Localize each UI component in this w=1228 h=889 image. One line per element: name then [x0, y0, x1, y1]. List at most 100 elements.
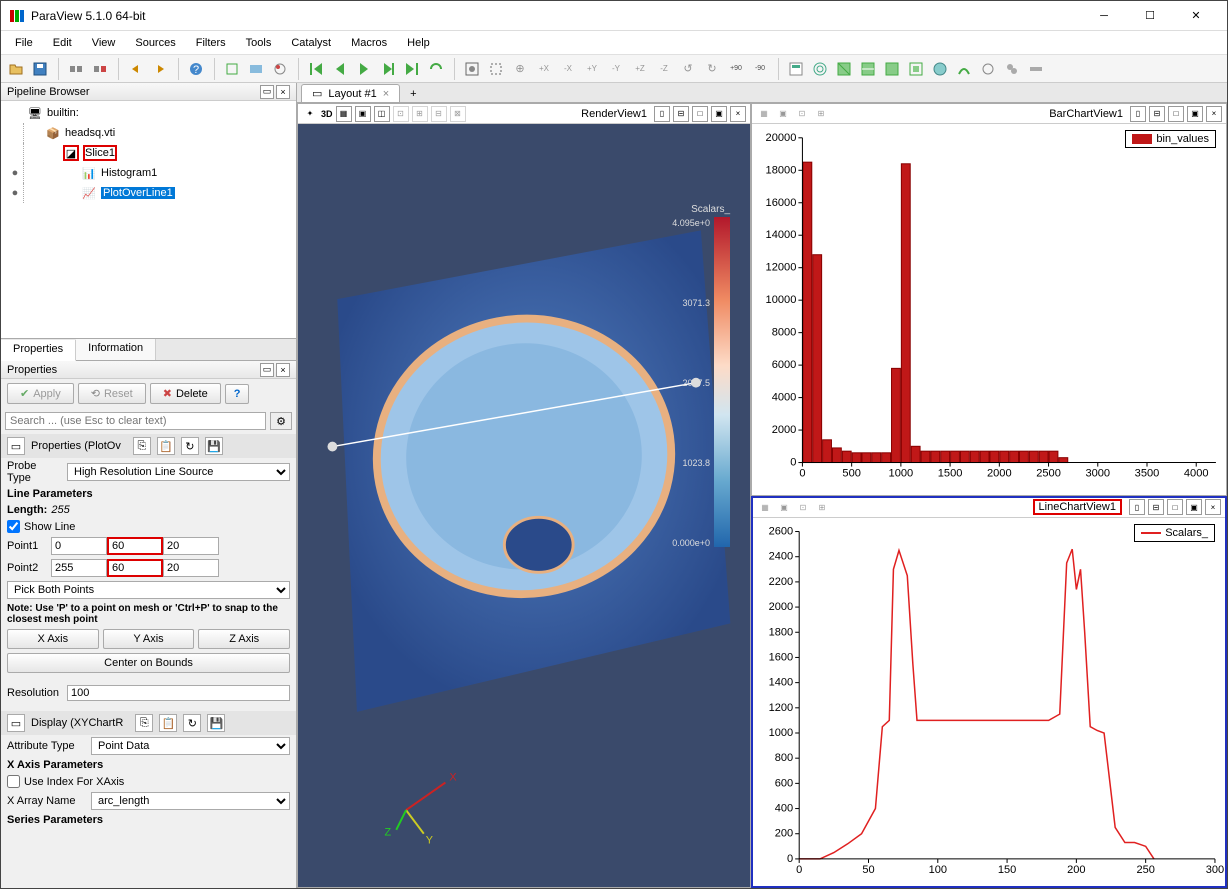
tree-item-slice1[interactable]: ◪Slice1 — [1, 143, 296, 163]
view-mode-3d[interactable]: 3D — [321, 109, 333, 119]
save2-icon[interactable]: 💾 — [207, 714, 225, 732]
bar-split-h-icon[interactable]: ▯ — [1130, 106, 1146, 122]
tool-b-icon[interactable] — [245, 58, 267, 80]
disconnect-icon[interactable] — [89, 58, 111, 80]
bar-max-icon[interactable]: □ — [1168, 106, 1184, 122]
cam-nx-icon[interactable]: -X — [557, 58, 579, 80]
center-on-bounds-button[interactable]: Center on Bounds — [7, 653, 290, 673]
xarray-select[interactable]: arc_length — [91, 792, 290, 810]
menu-edit[interactable]: Edit — [43, 34, 82, 52]
close-view-icon[interactable]: × — [730, 106, 746, 122]
vt5-icon[interactable]: ⊞ — [412, 106, 428, 122]
bar-close-icon[interactable]: × — [1206, 106, 1222, 122]
reset-button[interactable]: ⟲Reset — [78, 383, 146, 404]
vt6-icon[interactable]: ⊟ — [431, 106, 447, 122]
layout-tab-1[interactable]: ▭Layout #1× — [301, 84, 400, 102]
cam-py-icon[interactable]: +Y — [581, 58, 603, 80]
line-max-icon[interactable]: □ — [1167, 499, 1183, 515]
point2-z[interactable] — [163, 559, 219, 577]
vcr-last-icon[interactable] — [401, 58, 423, 80]
maximize-view-icon[interactable]: □ — [692, 106, 708, 122]
section-collapse-icon[interactable]: ▭ — [7, 437, 25, 455]
filter-group-icon[interactable] — [1001, 58, 1023, 80]
line-chart-view[interactable]: 0200400600800100012001400160018002000220… — [753, 518, 1225, 887]
line-t3-icon[interactable]: ⊡ — [795, 499, 811, 515]
probe-type-select[interactable]: High Resolution Line Source — [67, 463, 290, 481]
vcr-play-icon[interactable] — [353, 58, 375, 80]
open-icon[interactable] — [5, 58, 27, 80]
menu-sources[interactable]: Sources — [125, 34, 185, 52]
reload2-icon[interactable]: ↻ — [183, 714, 201, 732]
line-t1-icon[interactable]: ▦ — [757, 499, 773, 515]
point2-y[interactable] — [107, 559, 163, 577]
props-help-button[interactable]: ? — [225, 384, 250, 404]
filter-contour-icon[interactable] — [809, 58, 831, 80]
menu-help[interactable]: Help — [397, 34, 440, 52]
filter-extract-icon[interactable] — [905, 58, 927, 80]
tree-item-histogram1[interactable]: ●📊Histogram1 — [1, 163, 296, 183]
filter-clip-icon[interactable] — [833, 58, 855, 80]
vcr-loop-icon[interactable] — [425, 58, 447, 80]
split-h-icon[interactable]: ▯ — [654, 106, 670, 122]
connect-icon[interactable] — [65, 58, 87, 80]
panel-float-button[interactable]: ▭ — [260, 85, 274, 99]
show-line-checkbox[interactable] — [7, 520, 20, 533]
render-view[interactable]: X Y Z Scalars_ 4.095e+0 3071.3 2047.5 10… — [298, 124, 750, 887]
section2-collapse-icon[interactable]: ▭ — [7, 714, 25, 732]
tool-a-icon[interactable] — [221, 58, 243, 80]
attr-type-select[interactable]: Point Data — [91, 737, 290, 755]
resolution-input[interactable] — [67, 685, 290, 701]
panel-close-button[interactable]: × — [276, 85, 290, 99]
menu-file[interactable]: File — [5, 34, 43, 52]
point1-y[interactable] — [107, 537, 163, 555]
vcr-next-icon[interactable] — [377, 58, 399, 80]
bar-split-v-icon[interactable]: ⊟ — [1149, 106, 1165, 122]
copy-icon[interactable]: ⎘ — [133, 437, 151, 455]
redo-icon[interactable] — [149, 58, 171, 80]
filter-glyph-icon[interactable] — [929, 58, 951, 80]
point1-z[interactable] — [163, 537, 219, 555]
menu-filters[interactable]: Filters — [186, 34, 236, 52]
x-axis-button[interactable]: X Axis — [7, 629, 99, 649]
filter-stream-icon[interactable] — [953, 58, 975, 80]
vt3-icon[interactable]: ◫ — [374, 106, 390, 122]
close-layout-icon[interactable]: × — [383, 88, 389, 100]
point2-x[interactable] — [51, 559, 107, 577]
point1-x[interactable] — [51, 537, 107, 555]
tab-properties[interactable]: Properties — [1, 340, 76, 361]
search-input[interactable] — [5, 412, 266, 430]
maximize-button[interactable]: ☐ — [1127, 1, 1173, 31]
props-float-button[interactable]: ▭ — [260, 363, 274, 377]
help-icon[interactable]: ? — [185, 58, 207, 80]
rot90p-icon[interactable]: -90 — [749, 58, 771, 80]
picker-icon[interactable]: ✦ — [302, 106, 318, 122]
vt4-icon[interactable]: ⊡ — [393, 106, 409, 122]
paste-icon[interactable]: 📋 — [157, 437, 175, 455]
bar-t4-icon[interactable]: ⊞ — [813, 106, 829, 122]
close-button[interactable]: ✕ — [1173, 1, 1219, 31]
line-close-icon[interactable]: × — [1205, 499, 1221, 515]
filter-more-icon[interactable] — [1025, 58, 1047, 80]
cam-px-icon[interactable]: +X — [533, 58, 555, 80]
add-layout-button[interactable]: + — [400, 86, 426, 102]
props-close-button[interactable]: × — [276, 363, 290, 377]
vt1-icon[interactable]: ▦ — [336, 106, 352, 122]
line-split-v-icon[interactable]: ⊟ — [1148, 499, 1164, 515]
line-split-h-icon[interactable]: ▯ — [1129, 499, 1145, 515]
filter-threshold-icon[interactable] — [881, 58, 903, 80]
z-axis-button[interactable]: Z Axis — [198, 629, 290, 649]
use-index-checkbox[interactable] — [7, 775, 20, 788]
filter-calc-icon[interactable] — [785, 58, 807, 80]
reload-icon[interactable]: ↻ — [181, 437, 199, 455]
search-settings-icon[interactable]: ⚙ — [270, 412, 292, 430]
line-t2-icon[interactable]: ▣ — [776, 499, 792, 515]
tab-information[interactable]: Information — [76, 339, 156, 360]
camera-reset-icon[interactable] — [461, 58, 483, 80]
vt2-icon[interactable]: ▣ — [355, 106, 371, 122]
menu-tools[interactable]: Tools — [236, 34, 282, 52]
cam-nz-icon[interactable]: -Z — [653, 58, 675, 80]
rotate-right-icon[interactable]: ↻ — [701, 58, 723, 80]
vcr-first-icon[interactable] — [305, 58, 327, 80]
tree-item-headsqvti[interactable]: 📦headsq.vti — [1, 123, 296, 143]
bar-t3-icon[interactable]: ⊡ — [794, 106, 810, 122]
